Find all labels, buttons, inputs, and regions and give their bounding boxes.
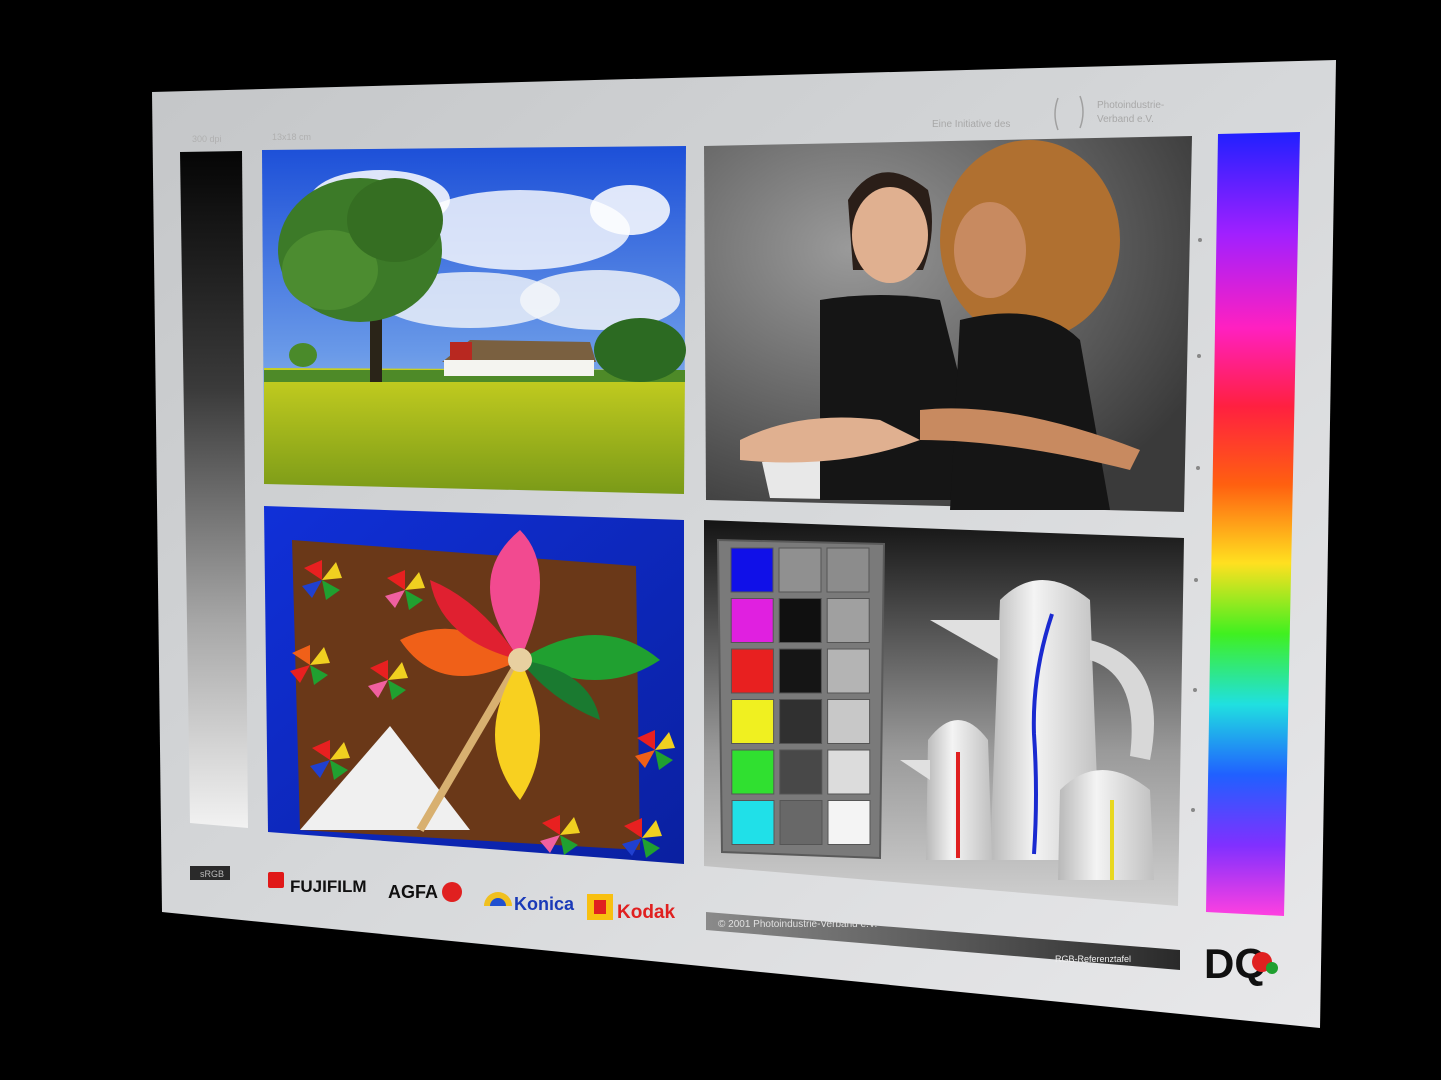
photo-scene: 300 dpi 13x18 cm Eine Initiative des Pho…: [152, 60, 1336, 1028]
color-patch: [778, 598, 822, 643]
agfa-logo: AGFA: [388, 882, 462, 902]
dq-logo: DQ: [1204, 940, 1278, 987]
dpi-label: 300 dpi: [192, 134, 222, 144]
reference-title: RGB-Referenztafel: [1055, 954, 1131, 964]
svg-text:AGFA: AGFA: [388, 882, 438, 902]
color-patch: [731, 699, 775, 744]
org-name-line1: Photoindustrie-: [1097, 100, 1164, 111]
still-life-photo: [704, 520, 1184, 906]
color-patch: [730, 598, 774, 643]
color-patch: [827, 800, 871, 845]
initiative-label: Eine Initiative des: [932, 119, 1010, 130]
pinwheel-photo: [264, 506, 684, 864]
color-patch: [730, 547, 774, 593]
portrait-photo: [704, 136, 1192, 512]
svg-text:FUJIFILM: FUJIFILM: [290, 877, 367, 896]
color-patch: [778, 547, 822, 593]
color-patch: [826, 648, 870, 694]
color-patch: [779, 800, 823, 845]
color-patch: [779, 749, 823, 795]
color-patch: [827, 749, 871, 795]
color-patch: [778, 648, 822, 694]
org-name-line2: Verband e.V.: [1097, 114, 1154, 125]
color-patch: [731, 749, 775, 795]
color-patch: [730, 648, 774, 694]
color-patch: [779, 699, 823, 744]
gray-ramp: [180, 151, 248, 828]
color-patch: [826, 598, 870, 643]
spectrum-bar: [1206, 132, 1300, 916]
svg-text:Kodak: Kodak: [617, 902, 676, 923]
svg-text:Konica: Konica: [514, 894, 575, 914]
srgb-label: sRGB: [200, 869, 224, 879]
size-label: 13x18 cm: [272, 132, 311, 142]
copyright-label: © 2001 Photoindustrie-Verband e.V.: [718, 919, 877, 930]
color-patch: [827, 699, 871, 744]
color-patch: [826, 547, 870, 593]
color-patch: [731, 800, 775, 845]
landscape-photo: [262, 146, 686, 494]
